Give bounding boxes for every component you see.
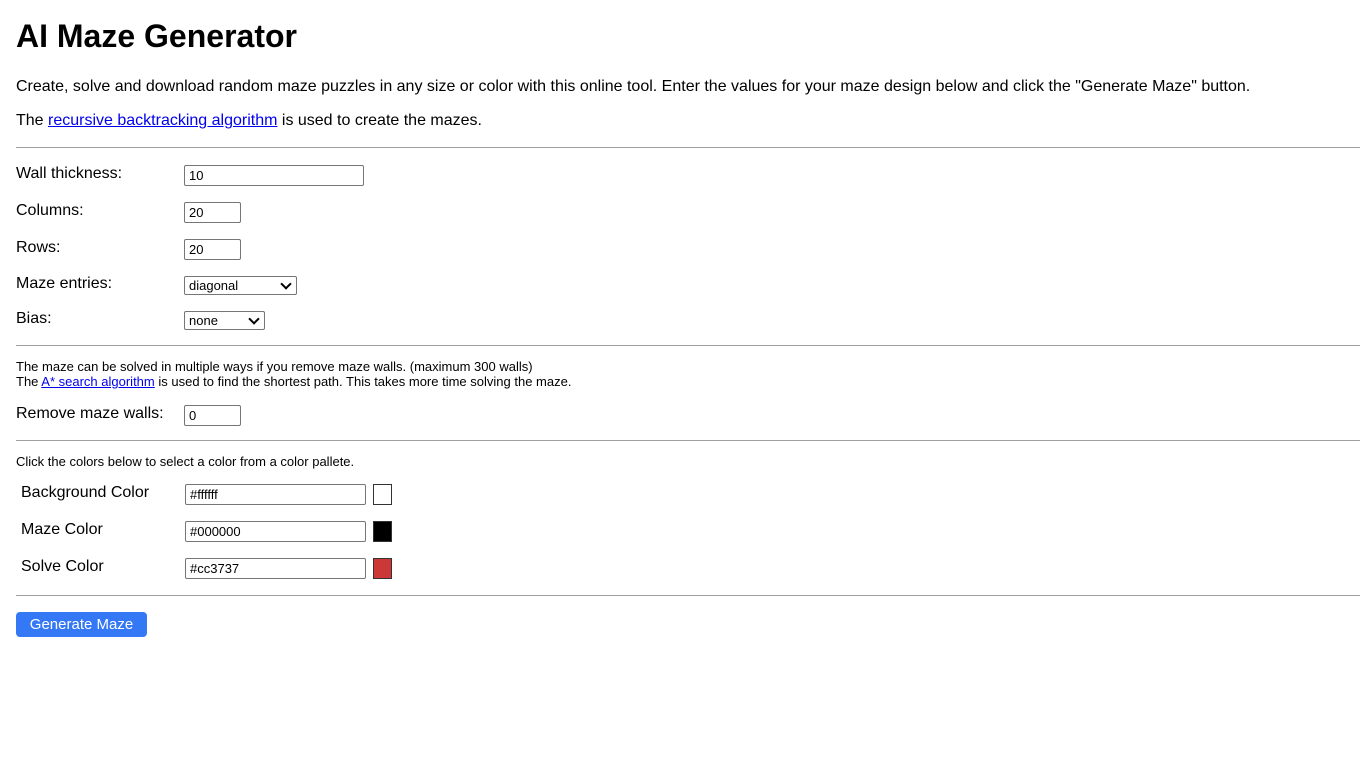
columns-label: Columns: [16,202,84,219]
solve-info-suffix: is used to find the shortest path. This … [154,374,572,389]
solve-info-prefix: The [16,374,42,389]
maze-entries-value: diagonal [189,278,239,293]
chevron-down-icon [248,312,260,325]
algorithm-suffix: is used to create the mazes. [277,112,482,129]
divider [16,595,1360,596]
chevron-down-icon [280,277,292,290]
background-color-swatch[interactable] [373,484,392,505]
a-star-link[interactable]: A* search algorithm [41,374,154,389]
generate-maze-button[interactable]: Generate Maze [16,612,147,637]
wall-thickness-label: Wall thickness: [16,165,123,182]
rows-input[interactable] [184,239,241,260]
solve-info-line2: The A* search algorithm is used to find … [16,374,571,389]
wall-thickness-input[interactable] [184,165,364,186]
bias-label: Bias: [16,310,52,327]
solve-color-swatch[interactable] [373,558,392,579]
color-hint: Click the colors below to select a color… [16,454,355,469]
divider [16,147,1360,148]
maze-color-label: Maze Color [21,521,103,538]
algorithm-prefix: The [16,112,49,129]
solve-color-label: Solve Color [21,558,104,575]
maze-entries-label: Maze entries: [16,275,113,292]
solve-info-line1: The maze can be solved in multiple ways … [16,359,533,374]
remove-walls-label: Remove maze walls: [16,405,164,422]
maze-color-input[interactable] [185,521,366,542]
background-color-label: Background Color [21,484,150,501]
page-title: AI Maze Generator [16,18,297,54]
recursive-backtracking-link[interactable]: recursive backtracking algorithm [48,112,277,129]
divider [16,440,1360,441]
bias-select[interactable]: none [184,311,265,330]
remove-walls-input[interactable] [184,405,241,426]
solve-color-input[interactable] [185,558,366,579]
rows-label: Rows: [16,239,61,256]
divider [16,345,1360,346]
maze-color-swatch[interactable] [373,521,392,542]
background-color-input[interactable] [185,484,366,505]
intro-text: Create, solve and download random maze p… [16,78,1251,95]
maze-entries-select[interactable]: diagonal [184,276,297,295]
columns-input[interactable] [184,202,241,223]
algorithm-text: The recursive backtracking algorithm is … [16,112,482,130]
bias-value: none [189,313,218,328]
